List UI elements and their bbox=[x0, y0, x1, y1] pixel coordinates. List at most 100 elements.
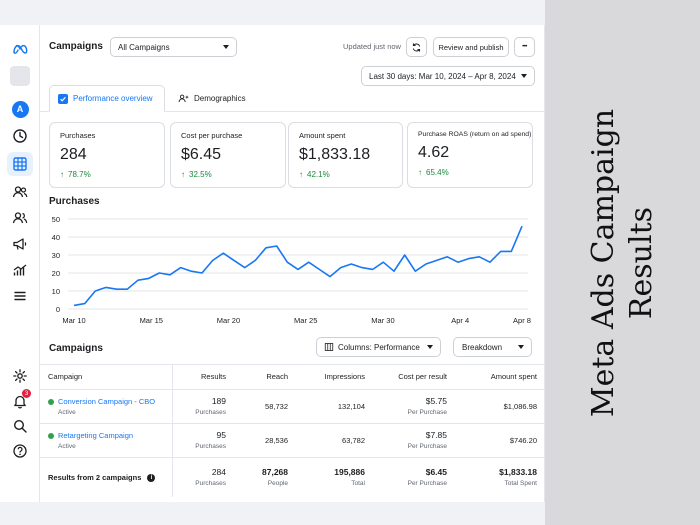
kpi-change-value: 78.7% bbox=[68, 170, 91, 179]
settings-icon[interactable] bbox=[7, 364, 33, 388]
kpi-card-purchases[interactable]: Purchases 284 ↑ 78.7% bbox=[49, 122, 165, 188]
kpi-value: $1,833.18 bbox=[299, 146, 371, 163]
campaign-name-link[interactable]: Conversion Campaign - CBO bbox=[58, 397, 155, 406]
help-icon[interactable] bbox=[7, 439, 33, 463]
campaigns-section-title: Campaigns bbox=[49, 343, 103, 354]
table-grid-icon[interactable] bbox=[7, 152, 33, 176]
kpi-change: ↑ 42.1% bbox=[299, 170, 392, 179]
status-dot bbox=[48, 432, 54, 439]
kpi-change-value: 32.5% bbox=[189, 170, 212, 179]
kpi-change-value: 42.1% bbox=[307, 170, 330, 179]
results-cell: 189 Purchases bbox=[172, 389, 234, 424]
kpi-label: Amount spent bbox=[299, 131, 346, 140]
main-content: Campaigns All Campaigns Updated just now… bbox=[40, 25, 545, 502]
kpi-card-cost-per-purchase[interactable]: Cost per purchase $6.45 ↑ 32.5% bbox=[170, 122, 286, 188]
total-spent-value: $1,833.18 bbox=[499, 467, 537, 478]
search-icon[interactable] bbox=[7, 414, 33, 438]
review-publish-button[interactable]: Review and publish bbox=[433, 37, 509, 57]
reach-cell: 28,536 bbox=[234, 423, 296, 458]
audience-icon[interactable] bbox=[7, 180, 33, 204]
kpi-change-value: 65.4% bbox=[426, 168, 449, 177]
reach-cell: 58,732 bbox=[234, 389, 296, 424]
megaphone-icon[interactable] bbox=[7, 232, 33, 256]
breakdown-select[interactable]: Breakdown bbox=[453, 337, 532, 357]
page-title: Campaigns bbox=[49, 41, 103, 52]
column-header-impressions[interactable]: Impressions bbox=[296, 365, 373, 390]
total-cpr-unit: Per Purchase bbox=[407, 480, 447, 488]
totals-label: Results from 2 campaigns bbox=[48, 472, 142, 482]
chevron-down-icon bbox=[427, 345, 433, 349]
tab-label: Demographics bbox=[194, 94, 246, 103]
total-spent-unit: Total Spent bbox=[504, 480, 537, 488]
table-header-row: Campaign Results Reach Impressions Cost … bbox=[40, 365, 545, 390]
results-value: 189 bbox=[211, 396, 226, 406]
cpr-unit: Per Purchase bbox=[407, 409, 447, 416]
results-unit: Purchases bbox=[195, 409, 226, 416]
sidebar: A 3 bbox=[0, 25, 40, 502]
campaign-status: Active bbox=[58, 442, 76, 450]
y-tick-label: 0 bbox=[56, 305, 60, 314]
side-title-line-2: Results bbox=[623, 206, 659, 319]
arrow-up-icon: ↑ bbox=[418, 168, 422, 177]
total-reach-value: 87,268 bbox=[262, 467, 288, 478]
kpi-card-purchase-roas[interactable]: Purchase ROAS (return on ad spend) 4.62 … bbox=[407, 122, 533, 188]
tab-performance-overview[interactable]: Performance overview bbox=[49, 85, 165, 112]
column-header-reach[interactable]: Reach bbox=[234, 365, 296, 390]
tab-label: Performance overview bbox=[73, 94, 153, 103]
impressions-cell: 63,782 bbox=[296, 423, 373, 458]
people-icon[interactable] bbox=[7, 206, 33, 230]
cpr-cell: $7.85 Per Purchase bbox=[373, 423, 455, 458]
kpi-card-amount-spent[interactable]: Amount spent $1,833.18 ↑ 42.1% bbox=[288, 122, 403, 188]
cpr-value: $5.75 bbox=[425, 396, 447, 406]
columns-select-value: Columns: Performance bbox=[338, 342, 420, 352]
column-header-results[interactable]: Results bbox=[172, 365, 234, 390]
campaign-cell: Retargeting Campaign Active bbox=[40, 423, 173, 458]
spent-cell: $746.20 bbox=[455, 423, 545, 458]
campaign-name-link[interactable]: Retargeting Campaign bbox=[58, 431, 133, 440]
results-unit: Purchases bbox=[195, 443, 226, 450]
kpi-label: Cost per purchase bbox=[181, 131, 243, 140]
column-header-campaign[interactable]: Campaign bbox=[40, 365, 173, 390]
total-cpr-cell: $6.45 Per Purchase bbox=[373, 457, 455, 497]
total-impressions-unit: Total bbox=[351, 480, 365, 488]
y-tick-label: 40 bbox=[52, 233, 60, 242]
impressions-cell: 132,104 bbox=[296, 389, 373, 424]
y-tick-label: 30 bbox=[52, 251, 60, 260]
results-cell: 95 Purchases bbox=[172, 423, 234, 458]
campaign-filter-select[interactable]: All Campaigns bbox=[110, 37, 237, 57]
checkbox-icon bbox=[58, 93, 68, 104]
analytics-icon[interactable] bbox=[7, 258, 33, 282]
more-options-button[interactable]: ••• bbox=[514, 37, 535, 57]
x-tick-label: Mar 30 bbox=[371, 316, 394, 325]
total-reach-unit: People bbox=[267, 480, 288, 488]
info-icon[interactable]: i bbox=[147, 473, 156, 482]
y-tick-label: 20 bbox=[52, 269, 60, 278]
meta-logo-icon[interactable] bbox=[7, 37, 33, 61]
app-window: A 3 Campaigns All Campaigns Updated just… bbox=[0, 0, 545, 525]
y-tick-label: 50 bbox=[52, 215, 60, 224]
campaign-filter-value: All Campaigns bbox=[118, 42, 170, 52]
spent-cell: $1,086.98 bbox=[455, 389, 545, 424]
column-header-amount-spent[interactable]: Amount spent bbox=[455, 365, 545, 390]
columns-select[interactable]: Columns: Performance bbox=[316, 337, 441, 357]
date-range-select[interactable]: Last 30 days: Mar 10, 2024 – Apr 8, 2024 bbox=[361, 66, 535, 86]
refresh-button[interactable] bbox=[406, 37, 427, 57]
kpi-change: ↑ 32.5% bbox=[181, 170, 275, 179]
tab-demographics[interactable]: Demographics bbox=[170, 85, 254, 112]
side-title-line-1: Meta Ads Campaign bbox=[585, 108, 621, 417]
series-line bbox=[73, 225, 523, 307]
account-placeholder-icon[interactable] bbox=[10, 66, 30, 86]
bell-icon[interactable]: 3 bbox=[7, 389, 33, 413]
breakdown-label: Breakdown bbox=[462, 342, 503, 352]
purchases-line-chart: 0 10 20 30 40 50 Mar 10 Mar 15 Mar 20 Mar 25 Mar 3… bbox=[52, 215, 531, 325]
campaign-cell: Conversion Campaign - CBO Active bbox=[40, 389, 173, 424]
table-row[interactable]: Conversion Campaign - CBO Active 189 Purc… bbox=[40, 389, 545, 424]
clock-icon[interactable] bbox=[7, 124, 33, 148]
total-results-cell: 284 Purchases bbox=[172, 457, 234, 497]
avatar[interactable]: A bbox=[7, 97, 33, 121]
menu-icon[interactable] bbox=[7, 284, 33, 308]
notification-badge: 3 bbox=[22, 389, 31, 398]
table-row[interactable]: Retargeting Campaign Active 95 Purchases … bbox=[40, 423, 545, 458]
x-tick-label: Apr 8 bbox=[513, 316, 531, 325]
column-header-cost-per-result[interactable]: Cost per result bbox=[373, 365, 455, 390]
